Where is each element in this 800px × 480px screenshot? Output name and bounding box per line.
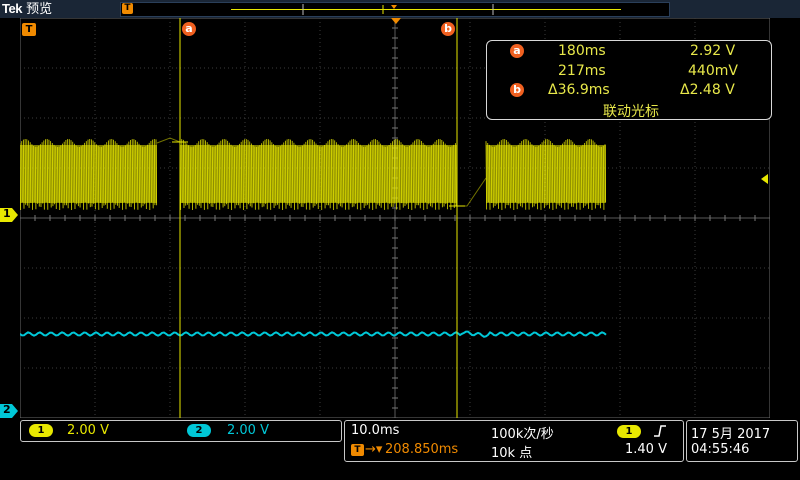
- ch2-chip: 2: [187, 424, 211, 437]
- timebase-panel[interactable]: 10.0ms 100k次/秒 T →▾ 208.850ms 10k 点 1 1.…: [344, 420, 684, 462]
- readout-cursor-b-badge: b: [510, 83, 524, 97]
- trigger-delay-icon: T: [351, 444, 364, 456]
- ch1-ground-label: 1: [3, 207, 11, 220]
- trigger-position-marker: T: [122, 3, 133, 14]
- ch2-ground-label: 2: [3, 403, 11, 416]
- readout-cursor-a-badge: a: [510, 44, 524, 58]
- cursor-a-time: 180ms: [558, 43, 606, 59]
- ch2-ground-marker[interactable]: 2: [0, 403, 18, 418]
- date-text: 17 5月 2017: [691, 427, 771, 442]
- delay-arrow-icon: →▾: [365, 442, 383, 457]
- record-length: 10k 点: [491, 446, 533, 461]
- ch1-chip: 1: [29, 424, 53, 437]
- brand-logo: Tek: [2, 1, 22, 16]
- trigger-indicator: T: [22, 23, 36, 36]
- cursor-a-badge[interactable]: a: [182, 22, 196, 36]
- ch1-scale[interactable]: 2.00 V: [67, 423, 109, 438]
- brand-label: Tek 预览: [2, 0, 52, 18]
- delta-voltage: Δ2.48 V: [680, 82, 735, 98]
- top-status-bar: Tek 预览 T: [0, 0, 800, 18]
- channel-scale-panel[interactable]: 1 2.00 V 2 2.00 V: [20, 420, 342, 442]
- datetime-panel: 17 5月 2017 04:55:46: [686, 420, 798, 462]
- ch1-ground-marker[interactable]: 1: [0, 207, 18, 222]
- trigger-source-chip: 1: [617, 425, 641, 438]
- cursor-a-voltage: 2.92 V: [690, 43, 736, 59]
- record-view-bar[interactable]: [120, 2, 670, 17]
- cursor-b-voltage: 440mV: [688, 63, 738, 79]
- ch2-scale[interactable]: 2.00 V: [227, 423, 269, 438]
- cursor-readout-panel[interactable]: a 180ms 2.92 V 217ms 440mV b Δ36.9ms Δ2.…: [486, 40, 772, 120]
- trigger-delay[interactable]: 208.850ms: [385, 442, 458, 457]
- cursor-mode: 联动光标: [603, 104, 659, 120]
- trigger-level[interactable]: 1.40 V: [625, 442, 667, 457]
- record-view-graphic: [231, 4, 621, 15]
- acquisition-mode: 预览: [26, 2, 53, 17]
- sample-rate: 100k次/秒: [491, 427, 554, 442]
- ch1-waveform: [20, 137, 607, 211]
- rising-edge-icon: [654, 425, 666, 437]
- time-per-division[interactable]: 10.0ms: [351, 423, 399, 438]
- cursor-b-time: 217ms: [558, 63, 606, 79]
- delta-time: Δ36.9ms: [548, 82, 610, 98]
- cursor-b-badge[interactable]: b: [441, 22, 455, 36]
- time-text: 04:55:46: [691, 442, 750, 457]
